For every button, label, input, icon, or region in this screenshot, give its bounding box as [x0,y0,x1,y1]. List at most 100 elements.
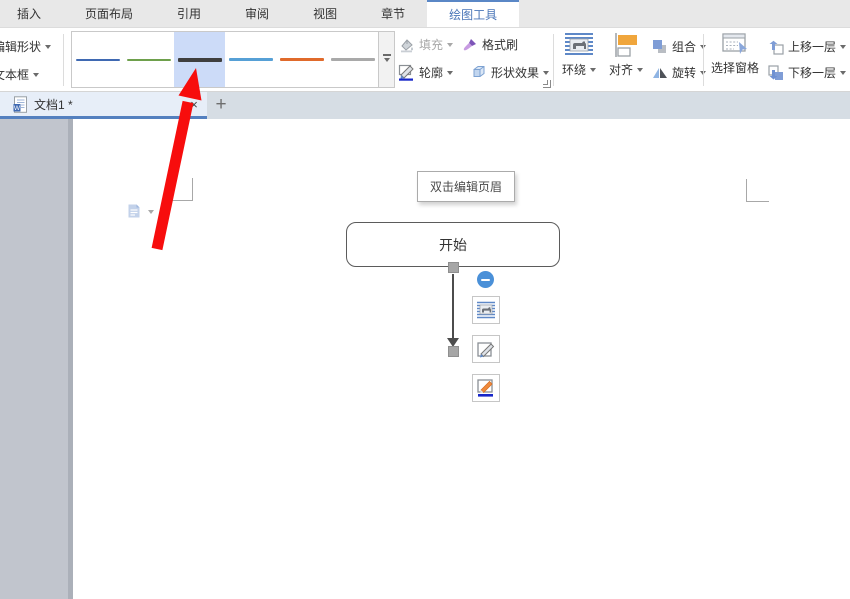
edit-shape-button[interactable]: 编辑形状 [0,38,51,55]
selection-pane-label: 选择窗格 [711,59,759,76]
page-icon [126,203,142,219]
outline-label: 轮廓 [419,64,443,81]
bring-forward-icon [768,39,784,55]
outline-color-pen-icon [476,378,496,398]
divider [63,34,64,86]
new-tab-button[interactable]: + [211,94,231,116]
bring-forward-button[interactable]: 上移一层 [768,38,846,55]
page-outside-area [0,119,68,599]
tab-close-icon[interactable]: × [186,96,202,112]
connector-start-handle[interactable] [448,262,459,273]
send-backward-icon [768,65,784,81]
dialog-launcher-icon[interactable] [543,80,551,88]
menu-tab-6[interactable]: 章节 [359,0,427,27]
start-flowchart-shape[interactable]: 开始 [346,222,560,267]
shape-effects-label: 形状效果 [491,64,539,81]
chevron-down-icon [543,71,549,78]
page-settings-widget[interactable] [126,203,154,219]
chevron-down-icon [384,58,390,65]
edit-shape-quick-button[interactable] [472,335,500,363]
text-wrap-picture-icon [476,301,496,319]
menu-tab-3[interactable]: 引用 [155,0,223,27]
document-tab-title: 文档1 * [34,96,73,113]
gallery-more-button[interactable] [378,32,394,87]
chevron-down-icon [840,45,846,52]
line-style-light-blue-thick-line[interactable] [225,32,276,87]
group-objects-icon [652,39,668,55]
align-button[interactable]: 对齐 [602,32,650,78]
format-painter-button[interactable]: 格式刷 [462,36,518,53]
edit-shape-label: 编辑形状 [0,38,41,55]
rotate-button[interactable]: 旋转 [652,64,706,81]
chevron-down-icon [447,43,453,50]
line-style-gallery [71,31,395,88]
rotate-objects-icon [652,65,668,81]
gallery-more-icon [383,54,391,56]
text-box-label: 文本框 [0,66,29,83]
drawing-tools-ribbon: 编辑形状 文本框 填充 [0,28,850,92]
connector-arrow-line[interactable] [452,274,454,340]
menu-tab-7[interactable]: 绘图工具 [427,0,519,27]
chevron-down-icon [33,73,39,80]
chevron-down-icon [148,210,154,217]
line-swatch [76,59,120,61]
outline-button[interactable]: 轮廓 [398,64,453,81]
document-tab[interactable]: W 文档1 * × [0,92,207,119]
text-box-button[interactable]: 文本框 [0,66,39,83]
chevron-down-icon [590,68,596,75]
cube-icon [470,64,487,81]
selection-pane-button[interactable]: 选择窗格 [708,32,762,76]
document-tab-bar: W 文档1 * × + [0,92,850,119]
divider [703,34,704,86]
group-label: 组合 [672,38,696,55]
start-shape-label: 开始 [439,235,467,255]
margin-corner-mark-right [746,179,769,202]
page-edge-shadow [68,119,73,599]
menu-tab-1[interactable]: 插入 [0,0,63,27]
header-edit-tooltip: 双击编辑页眉 [417,171,515,202]
collapse-minus-button[interactable] [477,271,494,288]
paint-bucket-icon [399,37,415,53]
menu-tab-5[interactable]: 视图 [291,0,359,27]
line-swatch [280,58,324,61]
divider [553,34,554,86]
chevron-down-icon [840,71,846,78]
layout-options-button[interactable] [472,296,500,324]
connector-end-handle[interactable] [448,346,459,357]
tooltip-text: 双击编辑页眉 [430,178,502,195]
align-objects-icon [613,32,639,58]
line-swatch [331,58,375,61]
menu-bar: 插入页面布局引用审阅视图章节绘图工具 [0,0,850,28]
line-style-gray-thick-line[interactable] [327,32,378,87]
text-wrap-picture-icon [564,32,594,58]
line-style-orange-thick-line[interactable] [276,32,327,87]
send-backward-label: 下移一层 [788,64,836,81]
wps-drawing-tools-window: 插入页面布局引用审阅视图章节绘图工具 编辑形状 文本框 [0,0,850,599]
wrap-button[interactable]: 环绕 [556,32,602,78]
chevron-down-icon [637,68,643,75]
line-style-blue-thin-line[interactable] [72,32,123,87]
document-canvas[interactable]: 双击编辑页眉 开始 [0,119,850,599]
chevron-down-icon [45,45,51,52]
fill-label: 填充 [419,36,443,53]
format-painter-brush-icon [462,37,478,53]
outline-pen-icon [398,64,415,81]
align-label: 对齐 [609,61,633,78]
selection-pane-icon [721,32,749,56]
line-style-black-thick-line[interactable] [174,32,225,87]
chevron-down-icon [447,71,453,78]
group-button[interactable]: 组合 [652,38,706,55]
bring-forward-label: 上移一层 [788,38,836,55]
rotate-label: 旋转 [672,64,696,81]
fill-button[interactable]: 填充 [399,36,453,53]
menu-tab-2[interactable]: 页面布局 [63,0,155,27]
svg-text:W: W [14,105,21,112]
line-swatch [229,58,273,61]
margin-corner-mark-left [172,178,193,201]
menu-tab-4[interactable]: 审阅 [223,0,291,27]
send-backward-button[interactable]: 下移一层 [768,64,846,81]
format-painter-label: 格式刷 [482,36,518,53]
shape-effects-button[interactable]: 形状效果 [470,64,549,81]
line-style-green-thin-line[interactable] [123,32,174,87]
outline-color-quick-button[interactable] [472,374,500,402]
